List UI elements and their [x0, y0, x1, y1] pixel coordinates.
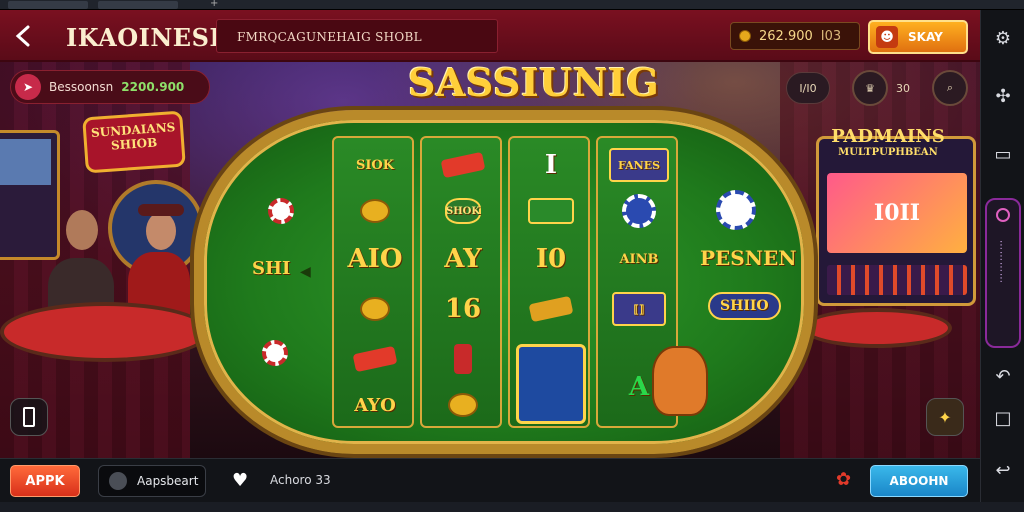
- balance-unit: I03: [820, 28, 842, 44]
- search-pill[interactable]: Aapsbeart: [98, 465, 206, 497]
- square-icon[interactable]: □: [989, 404, 1017, 432]
- trophy-icon[interactable]: ♛: [852, 70, 888, 106]
- tall-card-icon[interactable]: [510, 334, 592, 424]
- gear-icon[interactable]: ⚙: [989, 24, 1017, 52]
- bottom-bar: APPK Aapsbeart ♥ Achoro 33 ✿ ABOOHN: [0, 458, 980, 502]
- chip-value: 2200.900: [121, 80, 185, 94]
- right-sign-line1: PADMAINS: [831, 126, 945, 147]
- player-head: [146, 212, 176, 250]
- right-sign: PADMAINS MULTPUPHBEAN: [828, 126, 948, 170]
- back-button[interactable]: [10, 22, 40, 52]
- reel: SIOK AIO AYO: [332, 136, 414, 428]
- reel-symbol[interactable]: SIOK: [334, 140, 416, 190]
- chip-label: Bessoonsn: [49, 80, 114, 94]
- spin-label: SKAY: [908, 30, 943, 44]
- player-hat: [138, 204, 184, 216]
- tagline: FMRQCAGUNEHAIG SHOBL: [216, 19, 498, 53]
- spin-icon: ☻: [876, 26, 898, 48]
- treasure-icon[interactable]: ✦: [926, 398, 964, 436]
- game-title: SASSIUNIG: [408, 60, 660, 105]
- reel-symbol[interactable]: I: [510, 140, 592, 190]
- heart-icon[interactable]: SHOK: [422, 186, 504, 236]
- cash-icon[interactable]: [510, 186, 592, 236]
- window-title-strip: +: [0, 0, 1024, 10]
- window-tab[interactable]: [8, 1, 88, 9]
- dealer-head: [66, 210, 98, 250]
- reel-symbol[interactable]: AY: [422, 234, 504, 284]
- window-tab[interactable]: [98, 1, 178, 9]
- reel-symbol[interactable]: 16: [422, 284, 504, 334]
- app-title: IKAOINESIA: [66, 23, 241, 52]
- poker-chip-icon[interactable]: [716, 190, 756, 230]
- mini-stat-right: 30: [896, 81, 910, 95]
- right-sign-line2: MULTPUPHBEAN: [838, 147, 938, 158]
- top-bar: IKAOINESIA FMRQCAGUNEHAIG SHOBL 262.900 …: [0, 10, 980, 62]
- coin-icon[interactable]: [422, 380, 504, 430]
- reel-symbol[interactable]: I0: [510, 234, 592, 284]
- os-bottom-strip: [0, 502, 1024, 512]
- chip-icon: ➤: [15, 74, 41, 100]
- new-tab-icon[interactable]: +: [210, 0, 218, 9]
- fox-mascot-icon: [652, 346, 708, 416]
- right-symbol-2[interactable]: SHIIO: [708, 292, 781, 320]
- left-symbol-1[interactable]: SHI: [252, 258, 290, 279]
- balance-display: 262.900 I03: [730, 22, 860, 50]
- bill-icon[interactable]: [334, 334, 416, 384]
- mini-stat-left[interactable]: I/I0: [786, 72, 830, 104]
- card-icon[interactable]: ⟦⟧: [598, 284, 680, 334]
- poker-chip-icon[interactable]: [598, 186, 680, 236]
- reel-symbol[interactable]: AYO: [334, 380, 416, 430]
- coin-icon[interactable]: [334, 186, 416, 236]
- phone-icon[interactable]: [10, 398, 48, 436]
- rotate-icon[interactable]: ↶: [989, 362, 1017, 390]
- poker-chip-icon[interactable]: [262, 340, 288, 366]
- side-panel[interactable]: ⋯⋯⋯⋯: [985, 198, 1021, 348]
- spin-button[interactable]: ☻ SKAY: [868, 20, 968, 54]
- right-symbol-1[interactable]: PESNEN: [700, 246, 797, 270]
- reel: SHOK AY 16: [420, 136, 502, 428]
- reel-symbol[interactable]: AINB: [598, 234, 680, 284]
- bill-icon[interactable]: [422, 140, 504, 190]
- apk-button[interactable]: APPK: [10, 465, 80, 497]
- heart-icon[interactable]: ♥: [232, 470, 254, 492]
- pin-icon: [996, 208, 1010, 222]
- balance-value: 262.900: [759, 28, 813, 44]
- card-icon[interactable]: FANES: [598, 140, 680, 190]
- cherry-icon[interactable]: ✿: [836, 469, 851, 490]
- chip-counter: ➤ Bessoonsn 2200.900: [10, 70, 210, 104]
- table-right: [802, 308, 952, 348]
- reel-area: SIOK AIO AYO SHOK AY 16 I I0 FANES AINB …: [332, 136, 708, 432]
- action-label: Achoro 33: [270, 473, 331, 487]
- reel-left-arrow[interactable]: ◀: [300, 264, 311, 280]
- search-pill-label: Aapsbeart: [137, 474, 199, 488]
- action-button[interactable]: ABOOHN: [870, 465, 968, 497]
- bottle-icon[interactable]: [422, 334, 504, 384]
- table-left: [0, 302, 210, 362]
- record-icon: [109, 472, 127, 490]
- search-icon[interactable]: ⌕: [932, 70, 968, 106]
- machine-screen-value: I0II: [827, 173, 967, 253]
- reel: I I0: [508, 136, 590, 428]
- poker-chip-icon[interactable]: [268, 198, 294, 224]
- back-icon: [15, 25, 30, 46]
- reel-symbol[interactable]: AIO: [334, 234, 416, 284]
- slot-machine-left: [0, 130, 60, 260]
- left-sign: SUNDAIANS SHIOB: [82, 110, 186, 174]
- bill-icon[interactable]: [510, 284, 592, 334]
- puzzle-icon[interactable]: ✣: [989, 82, 1017, 110]
- back-nav-icon[interactable]: ↩: [989, 456, 1017, 484]
- battery-icon[interactable]: ▭: [989, 140, 1017, 168]
- side-panel-text: ⋯⋯⋯⋯: [995, 240, 1006, 284]
- coin-icon: [739, 30, 751, 42]
- coin-icon[interactable]: [334, 284, 416, 334]
- side-toolbar: ⚙ ✣ ▭ ⋯⋯⋯⋯ ↶ □ ↩: [980, 10, 1024, 512]
